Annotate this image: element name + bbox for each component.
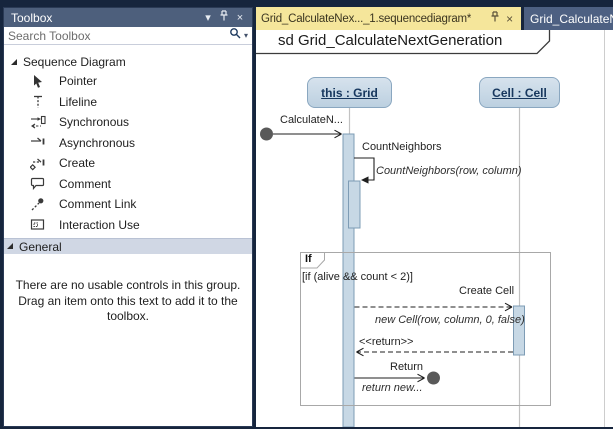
expanded-triangle-icon <box>7 243 13 249</box>
diagram-frame-title[interactable]: sd Grid_CalculateNextGeneration <box>278 32 502 49</box>
search-options-dropdown-icon[interactable]: ▾ <box>244 31 248 40</box>
toolbox-item-synchronous[interactable]: Synchronous <box>4 112 252 133</box>
tab-grid-calculate-inactive[interactable]: Grid_CalculateNe... <box>524 7 613 30</box>
window-position-dropdown-icon[interactable]: ▾ <box>200 11 216 24</box>
toolbox-search-box: ▾ <box>4 27 252 45</box>
fragment-if-guard[interactable]: [if (alive && count < 2)] <box>302 271 413 283</box>
item-label: Comment <box>59 177 111 191</box>
toolbox-item-lifeline[interactable]: Lifeline <box>4 92 252 113</box>
section-header-general[interactable]: General <box>4 238 252 254</box>
vs-window: { "colors": { "window_bg": "#16253D", "t… <box>0 0 613 429</box>
toolbox-item-interaction-use[interactable]: Interaction Use <box>4 215 252 236</box>
message-lost-return-signature[interactable]: return new... <box>362 382 423 394</box>
interaction-use-icon <box>29 217 46 233</box>
empty-group-text: There are no usable controls in this gro… <box>14 278 242 325</box>
pin-icon[interactable] <box>216 10 232 25</box>
create-icon <box>29 155 46 171</box>
message-countneighbors-line[interactable] <box>354 158 374 180</box>
toolbox-title: Toolbox <box>11 11 52 25</box>
toolbox-item-create[interactable]: Create <box>4 153 252 174</box>
close-icon[interactable]: × <box>502 12 517 26</box>
toolbox-item-asynchronous[interactable]: Asynchronous <box>4 133 252 154</box>
magnifier-icon[interactable] <box>229 27 242 45</box>
toolbox-item-pointer[interactable]: Pointer <box>4 71 252 92</box>
toolbox-item-comment[interactable]: Comment <box>4 174 252 195</box>
item-label: Pointer <box>59 74 97 88</box>
tab-sequencediagram-active[interactable]: Grid_CalculateNex..._1.sequencediagram* … <box>256 7 521 30</box>
search-input[interactable] <box>8 29 229 43</box>
lifeline-head-cell[interactable]: Cell : Cell <box>479 77 560 108</box>
section-label: Sequence Diagram <box>23 55 126 69</box>
activation-countneighbors[interactable] <box>349 181 361 228</box>
tab-label: Grid_CalculateNe... <box>530 12 613 26</box>
fragment-if-operator[interactable]: If <box>305 253 312 265</box>
item-label: Interaction Use <box>59 218 140 232</box>
toolbox-titlebar[interactable]: Toolbox ▾ × <box>4 8 252 27</box>
message-lost-return-label[interactable]: Return <box>390 361 423 373</box>
item-label: Comment Link <box>59 197 136 211</box>
message-create-signature[interactable]: new Cell(row, column, 0, false) <box>375 314 525 326</box>
item-label: Create <box>59 156 95 170</box>
lifeline-icon <box>29 94 46 110</box>
message-calculate-label[interactable]: CalculateN... <box>280 114 343 126</box>
toolbox-panel: Toolbox ▾ × ▾ Sequence Diagram Pointer <box>3 7 253 427</box>
message-create-label[interactable]: Create Cell <box>459 285 514 297</box>
lifeline-head-this-grid[interactable]: this : Grid <box>307 77 392 108</box>
item-label: Lifeline <box>59 95 97 109</box>
pointer-icon <box>29 73 46 89</box>
section-header-sequence-diagram[interactable]: Sequence Diagram <box>4 53 252 71</box>
comment-icon <box>29 176 46 192</box>
toolbox-item-comment-link[interactable]: Comment Link <box>4 194 252 215</box>
found-message-endpoint[interactable] <box>260 128 273 141</box>
message-countneighbors-arrowhead <box>361 176 369 183</box>
expanded-triangle-icon <box>11 59 17 65</box>
message-countneighbors-signature[interactable]: CountNeighbors(row, column) <box>376 165 522 177</box>
pin-icon[interactable] <box>487 11 502 26</box>
comment-link-icon <box>29 196 46 212</box>
close-icon[interactable]: × <box>232 12 248 24</box>
section-label: General <box>19 240 62 254</box>
diagram-canvas[interactable]: sd Grid_CalculateNextGeneration this : G… <box>256 30 613 427</box>
item-label: Asynchronous <box>59 136 135 150</box>
message-return-label[interactable]: <<return>> <box>359 336 413 348</box>
lost-message-endpoint[interactable] <box>427 372 440 385</box>
toolbox-content: Sequence Diagram Pointer Lifeline Sync <box>4 45 252 426</box>
synchronous-icon <box>29 114 46 130</box>
tab-label: Grid_CalculateNex..._1.sequencediagram* <box>261 13 471 25</box>
message-countneighbors-label[interactable]: CountNeighbors <box>362 141 442 153</box>
editor-area: Grid_CalculateNex..._1.sequencediagram* … <box>256 0 613 427</box>
asynchronous-icon <box>29 135 46 151</box>
item-label: Synchronous <box>59 115 129 129</box>
